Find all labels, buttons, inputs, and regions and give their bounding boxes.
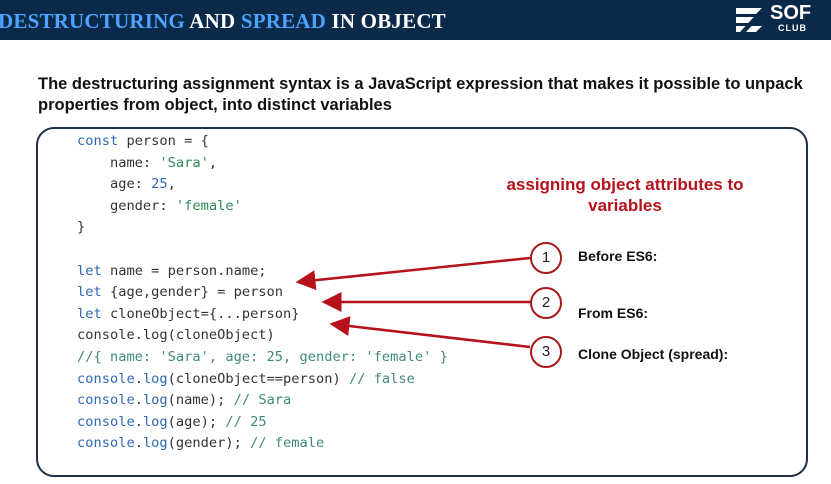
annotation-arrows [295,256,531,349]
arrow-1 [295,256,531,291]
arrow-3 [329,316,531,349]
